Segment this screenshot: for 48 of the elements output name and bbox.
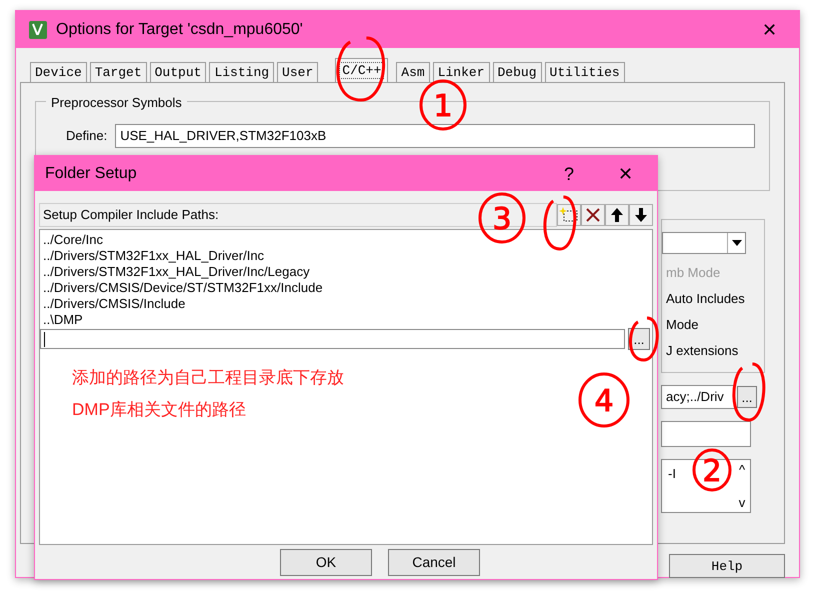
path-item[interactable]: ../Drivers/CMSIS/Include [40, 296, 652, 312]
tab[interactable]: Device [30, 62, 87, 82]
option-label: Auto Includes [665, 290, 745, 308]
option-label: Mode [665, 316, 699, 334]
tab[interactable]: Utilities [544, 62, 625, 82]
annotation-text: DMP库相关文件的路径 [72, 399, 246, 421]
scroll-down-arrow[interactable]: v [734, 492, 750, 512]
toolbar-button[interactable] [581, 204, 605, 226]
tab[interactable]: Output [150, 62, 206, 82]
field-label: Define: [66, 127, 108, 146]
misc-controls-text: -I [668, 465, 676, 480]
close-button[interactable]: ✕ [752, 20, 787, 38]
path-item[interactable]: ../Drivers/STM32F1xx_HAL_Driver/Inc/Legacy [40, 264, 652, 280]
dialog-button[interactable]: OK [280, 549, 372, 576]
dialog-title: Folder Setup [45, 164, 137, 184]
tab[interactable]: Asm [396, 62, 430, 82]
app-icon [28, 20, 48, 40]
define-field[interactable]: USE_HAL_DRIVER,STM32F103xB [115, 124, 755, 148]
caret-icon [732, 240, 742, 246]
browse-button[interactable]: ... [737, 386, 757, 408]
include-paths-field[interactable]: acy;../Driv [661, 385, 735, 409]
path-input-field[interactable] [40, 329, 625, 349]
help-button[interactable]: ? [554, 164, 584, 182]
close-button[interactable]: ✕ [608, 164, 643, 182]
help-button[interactable]: Help [669, 554, 785, 578]
path-item[interactable]: ../Drivers/STM32F1xx_HAL_Driver/Inc [40, 248, 652, 264]
circled-number: 4 [578, 372, 630, 428]
circled-number: 3 [478, 192, 526, 244]
dropdown[interactable] [662, 232, 746, 254]
option-label: mb Mode [665, 264, 720, 282]
tab[interactable]: Target [90, 62, 147, 82]
tab[interactable]: Listing [209, 62, 274, 82]
tab[interactable]: Debug [492, 62, 542, 82]
toolbar-button[interactable] [605, 204, 629, 226]
text-cursor [44, 332, 45, 347]
tab[interactable]: User [277, 62, 318, 82]
window-title: Options for Target 'csdn_mpu6050' [56, 20, 303, 40]
circled-number: 2 [692, 448, 732, 492]
scroll-up-arrow[interactable]: ^ [734, 460, 750, 480]
text-field[interactable] [661, 421, 751, 447]
toolbar-button[interactable] [629, 204, 653, 226]
option-label: J extensions [665, 342, 738, 360]
path-item[interactable]: ../Drivers/CMSIS/Device/ST/STM32F1xx/Include [40, 280, 652, 296]
dialog-button[interactable]: Cancel [388, 549, 480, 576]
circled-number: 1 [420, 80, 466, 130]
path-item[interactable]: ..\DMP [40, 312, 652, 328]
tab[interactable]: Linker [432, 62, 490, 82]
annotation-text: 添加的路径为自己工程目录底下存放 [72, 367, 344, 389]
